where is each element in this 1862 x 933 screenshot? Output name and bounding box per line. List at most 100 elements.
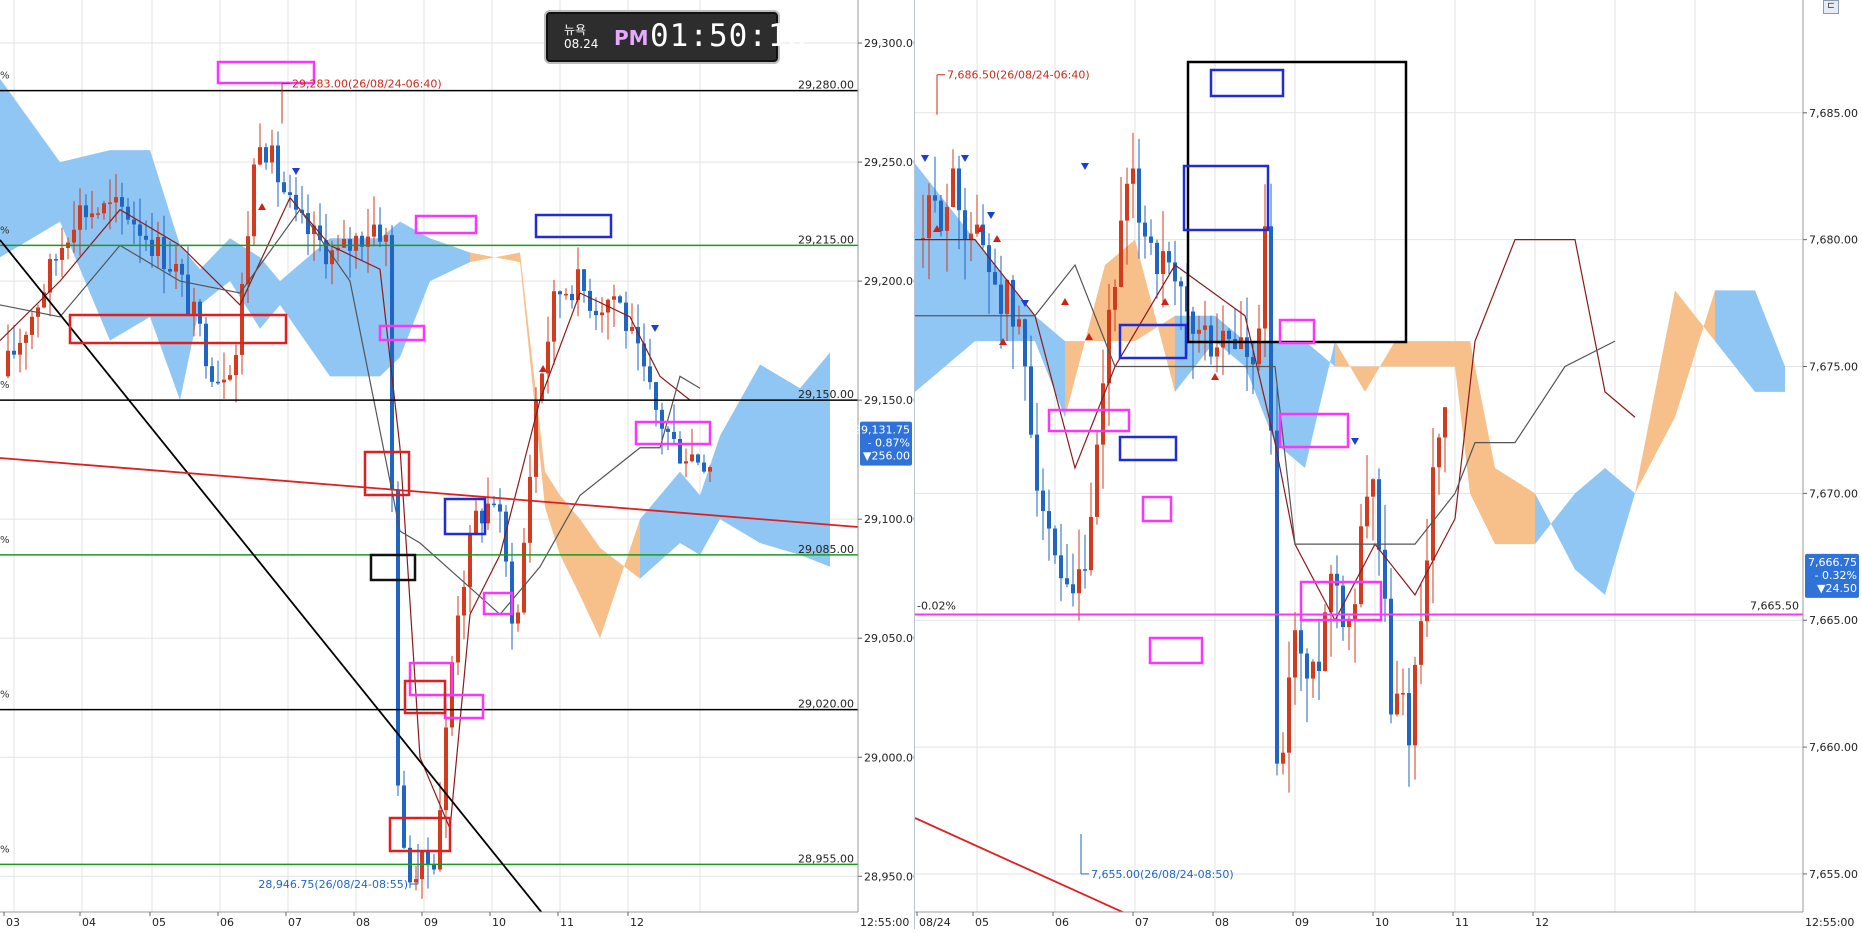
candle-down [672, 431, 676, 439]
candle-up [1413, 664, 1417, 746]
candle-down [939, 200, 943, 231]
candle-down [570, 293, 574, 301]
ichimoku-cloud-segment [580, 519, 600, 639]
candle-up [1371, 479, 1375, 497]
candle-down [648, 366, 652, 383]
ichimoku-cloud-segment [1455, 341, 1470, 494]
candle-up [192, 301, 196, 315]
ichimoku-cloud-segment [700, 435, 720, 555]
candle-up [462, 586, 466, 616]
level-line-label: 29,215.00 [798, 233, 854, 246]
reference-pct-label: -0.02% [917, 600, 956, 613]
candle-down [1191, 311, 1195, 334]
candle-up [384, 235, 388, 242]
candle-up [564, 293, 568, 296]
clock-city-label: 뉴욕 [564, 23, 587, 37]
candle-down [1305, 653, 1309, 679]
annotation-box [1148, 636, 1204, 665]
candle-up [630, 326, 634, 331]
candle-up [156, 237, 160, 256]
price-axis-label: 29,300.00 [864, 37, 914, 50]
candle-up [1293, 630, 1297, 678]
candle-up [60, 247, 64, 260]
candle-up [975, 224, 979, 234]
candle-down [204, 323, 208, 367]
candle-up [1365, 496, 1369, 527]
ichimoku-cloud-segment [1635, 290, 1675, 494]
candle-up [1437, 437, 1441, 468]
reference-line-label: 7,665.50 [1750, 600, 1799, 613]
ichimoku-cloud-segment [1715, 290, 1755, 392]
price-axis-label: 7,680.00 [1809, 234, 1858, 247]
ichimoku-cloud-segment [1335, 341, 1365, 392]
ichimoku-cloud-segment [1395, 341, 1425, 367]
candle-up [6, 350, 10, 377]
signal-down-arrow-icon [651, 325, 659, 332]
candle-up [1203, 325, 1207, 330]
candle-up [108, 202, 112, 204]
price-axis-label: 7,675.00 [1809, 361, 1858, 374]
annotation-box [1186, 60, 1408, 344]
candle-down [84, 205, 88, 218]
candle-down [396, 489, 400, 786]
signal-up-arrow-icon [1211, 373, 1219, 380]
time-axis-label: 10 [1375, 916, 1389, 929]
signal-down-arrow-icon [921, 155, 929, 162]
ichimoku-cloud-segment [760, 364, 800, 555]
candle-down [180, 263, 184, 275]
candle-up [1221, 330, 1225, 348]
candle-up [174, 263, 178, 272]
candle-down [198, 301, 202, 324]
candle-down [1245, 337, 1249, 357]
ichimoku-cloud-segment [800, 352, 830, 567]
ichimoku-cloud-segment [1755, 290, 1785, 392]
candle-down [150, 239, 154, 256]
candle-up [927, 195, 931, 239]
right-candlestick-chart[interactable]: 7,665.50 -0.02% 7,686.50(26/08/24-06:40) 7,… [860, 0, 1862, 930]
candle-up [1089, 516, 1093, 571]
candle-down [162, 237, 166, 270]
signal-up-arrow-icon [993, 235, 1001, 242]
candle-down [933, 195, 937, 201]
candle-up [945, 207, 949, 231]
price-axis-label: 29,250.00 [864, 156, 914, 169]
time-axis-label: 09 [1295, 916, 1309, 929]
candle-down [282, 182, 286, 193]
candle-up [246, 236, 250, 284]
candle-down [1299, 630, 1303, 654]
candle-down [120, 197, 124, 207]
price-axis-label: 29,150.00 [864, 394, 914, 407]
left-chart-pane[interactable]: 29,280.00% 29,215.00% 29,150.00% 29,085.00%… [0, 0, 920, 930]
chart-menu-icon[interactable]: ⊏ [1823, 0, 1839, 14]
left-candlestick-chart[interactable]: 29,280.00% 29,215.00% 29,150.00% 29,085.00%… [0, 0, 920, 930]
time-axis-label: 11 [560, 916, 574, 929]
current-price-diff: ▼24.50 [1817, 582, 1857, 595]
time-axis-label: 07 [288, 916, 302, 929]
candle-down [492, 503, 496, 506]
candle-down [168, 269, 172, 272]
candle-up [1131, 168, 1135, 184]
candle-down [1269, 226, 1273, 431]
ichimoku-cloud-segment [915, 163, 975, 392]
right-chart-pane[interactable]: 7,665.50 -0.02% 7,686.50(26/08/24-06:40) 7,… [860, 0, 1862, 930]
candle-up [456, 615, 460, 663]
candle-up [951, 168, 955, 208]
ichimoku-cloud-segment [260, 257, 280, 329]
ichimoku-cloud-segment [400, 221, 430, 358]
candle-up [270, 145, 274, 163]
current-price-value: 7,666.75 [1808, 556, 1857, 569]
candle-up [1419, 621, 1423, 665]
level-pct-label: % [0, 844, 10, 855]
signal-down-arrow-icon [292, 168, 300, 175]
candle-up [444, 727, 448, 811]
candle-up [690, 454, 694, 462]
candle-down [558, 291, 562, 295]
annotation-box [414, 214, 478, 235]
clock-city: 뉴욕 08.24 [564, 23, 598, 51]
time-axis-label: 05 [152, 916, 166, 929]
candle-down [1389, 598, 1393, 715]
level-line-label: 29,150.00 [798, 388, 854, 401]
candle-down [426, 851, 430, 865]
candle-down [618, 296, 622, 303]
ichimoku-cloud-segment [200, 238, 230, 305]
